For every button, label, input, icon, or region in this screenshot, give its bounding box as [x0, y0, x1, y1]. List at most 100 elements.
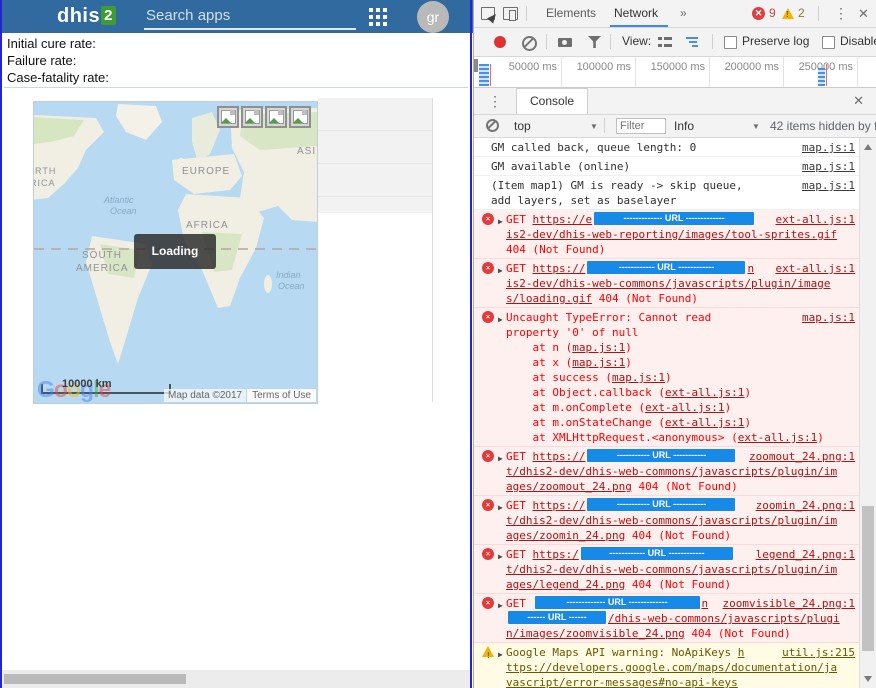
console-link[interactable]: is2-dev/dhis-web-reporting/images/tool-s…	[506, 228, 837, 241]
console-text: (Item map1) GM is ready -> skip queue,	[491, 179, 743, 192]
avatar[interactable]: gr	[417, 1, 449, 33]
warning-badge-icon[interactable]: !	[782, 8, 794, 19]
console-link[interactable]: https://e	[533, 213, 593, 226]
expand-triangle-icon[interactable]: ▶	[498, 263, 503, 278]
expand-triangle-icon[interactable]: ▶	[498, 451, 503, 466]
console-link[interactable]: s/loading.gif	[506, 292, 592, 305]
console-link[interactable]: n	[702, 597, 709, 610]
screenshot-camera-icon[interactable]	[558, 38, 572, 47]
console-link[interactable]: https://	[533, 499, 586, 512]
map-scale-label: 10000 km	[62, 378, 112, 390]
expand-triangle-icon[interactable]: ▶	[498, 312, 503, 327]
drawer-close-icon[interactable]: ✕	[853, 93, 864, 109]
source-link[interactable]: legend_24.png:1	[756, 547, 855, 562]
network-timeline-overview[interactable]: 50000 ms 100000 ms 150000 ms 200000 ms 2…	[474, 57, 876, 88]
console-link[interactable]: ages/zoomout_24.png	[506, 480, 632, 493]
console-link[interactable]: ext-all.js:1	[738, 431, 817, 444]
error-badge-icon[interactable]: ✕	[752, 7, 765, 20]
broken-image-icon[interactable]	[217, 106, 239, 128]
console-scrollbar[interactable]	[859, 138, 876, 688]
console-link[interactable]: ext-all.js:1	[645, 401, 724, 414]
console-link[interactable]: ages/zoomin_24.png	[506, 529, 625, 542]
more-tabs-icon[interactable]: »	[680, 6, 687, 20]
source-link[interactable]: ext-all.js:1	[776, 212, 855, 227]
source-link[interactable]: zoomin_24.png:1	[756, 498, 855, 513]
console-text: add layers, set as baselayer	[491, 194, 676, 207]
tab-elements[interactable]: Elements	[546, 6, 596, 20]
expand-triangle-icon[interactable]: ▶	[498, 598, 503, 613]
console-link[interactable]: t/dhis2-dev/dhis-web-commons/javascripts…	[506, 465, 837, 478]
preserve-log-checkbox[interactable]	[724, 36, 737, 49]
horizontal-scrollbar[interactable]	[2, 670, 470, 688]
source-link[interactable]: ext-all.js:1	[776, 261, 855, 276]
terms-of-use-link[interactable]: Terms of Use	[247, 389, 316, 402]
source-link[interactable]: zoomvisible_24.png:1	[723, 596, 855, 611]
console-link[interactable]: /dhis-web-commons/javascripts/plugi	[608, 612, 840, 625]
device-toolbar-icon[interactable]	[503, 7, 518, 20]
overview-waterfall-icon[interactable]	[686, 36, 700, 48]
source-link[interactable]: zoomout_24.png:1	[749, 449, 855, 464]
console-text: GET	[506, 597, 533, 610]
console-link[interactable]: n/images/zoomvisible_24.png	[506, 627, 685, 640]
console-link[interactable]: ttps://developers.google.com/maps/docume…	[506, 661, 837, 674]
console-link[interactable]: https:/	[533, 548, 579, 561]
console-link[interactable]: is2-dev/dhis-web-commons/javascripts/plu…	[506, 277, 831, 290]
source-link[interactable]: map.js:1	[802, 140, 855, 155]
devtools-close-icon[interactable]: ✕	[858, 6, 869, 22]
console-scrollbar-thumb[interactable]	[862, 506, 874, 651]
console-text: )	[817, 431, 824, 444]
timeline-handle[interactable]	[474, 59, 478, 72]
context-select[interactable]: top	[514, 119, 531, 133]
side-panel	[318, 98, 432, 213]
horizontal-scrollbar-thumb[interactable]	[4, 674, 186, 684]
large-rows-icon[interactable]	[658, 36, 672, 48]
devtools-menu-icon[interactable]: ⋮	[834, 5, 848, 22]
expand-triangle-icon[interactable]: ▶	[498, 214, 503, 229]
expand-triangle-icon[interactable]: ▶	[498, 647, 503, 662]
map-label: EUROPE	[182, 166, 230, 177]
filter-funnel-icon[interactable]	[588, 36, 601, 48]
scroll-up-icon[interactable]	[864, 144, 872, 150]
clear-icon[interactable]	[522, 36, 537, 51]
console-link[interactable]: map.js:1	[572, 356, 625, 369]
console-link[interactable]: vascript/error-messages#no-api-keys	[506, 676, 738, 688]
console-link[interactable]: https://	[533, 262, 586, 275]
dhis2-logo[interactable]: dhis2	[57, 5, 116, 28]
source-link[interactable]: map.js:1	[802, 178, 855, 193]
console-link[interactable]: ages/legend_24.png	[506, 578, 625, 591]
inspect-element-icon[interactable]	[481, 7, 495, 20]
apps-grid-icon[interactable]	[369, 8, 387, 26]
console-link[interactable]: ext-all.js:1	[665, 386, 744, 399]
console-link[interactable]: map.js:1	[612, 371, 665, 384]
tab-network[interactable]: Network	[614, 6, 658, 20]
scroll-down-icon[interactable]	[864, 676, 872, 682]
expand-triangle-icon[interactable]: ▶	[498, 549, 503, 564]
tab-console[interactable]: Console	[516, 88, 588, 114]
console-link[interactable]: map.js:1	[572, 341, 625, 354]
broken-image-icon[interactable]	[289, 106, 311, 128]
drawer-menu-icon[interactable]: ⋮	[488, 93, 502, 110]
source-link[interactable]: util.js:215	[782, 645, 855, 660]
console-link[interactable]: https://	[533, 450, 586, 463]
console-link[interactable]: ext-all.js:1	[665, 416, 744, 429]
source-link[interactable]: map.js:1	[802, 159, 855, 174]
record-icon[interactable]	[494, 36, 506, 48]
broken-image-icon[interactable]	[241, 106, 263, 128]
console-message-error: ✕▶Uncaught TypeError: Cannot readpropert…	[474, 308, 876, 447]
console-link[interactable]: t/dhis2-dev/dhis-web-commons/javascripts…	[506, 514, 837, 527]
world-map[interactable]: RTH RICA EUROPE ASI. AFRICA SOUTH AMERIC…	[33, 101, 318, 404]
log-level-select[interactable]: Info	[674, 119, 694, 133]
expand-triangle-icon[interactable]: ▶	[498, 500, 503, 515]
error-icon: ✕	[482, 597, 494, 609]
console-link[interactable]: h	[738, 646, 745, 659]
broken-image-icon[interactable]	[265, 106, 287, 128]
console-link[interactable]: t/dhis2-dev/dhis-web-commons/javascripts…	[506, 563, 837, 576]
console-link[interactable]: n	[747, 262, 754, 275]
search-apps-input[interactable]: Search apps	[146, 7, 230, 24]
clear-console-icon[interactable]	[486, 119, 499, 132]
console-filter-input[interactable]	[616, 118, 666, 134]
error-icon: ✕	[482, 548, 494, 560]
error-count: 9	[769, 6, 776, 20]
source-link[interactable]: map.js:1	[802, 310, 855, 325]
disable-cache-checkbox[interactable]	[822, 36, 835, 49]
